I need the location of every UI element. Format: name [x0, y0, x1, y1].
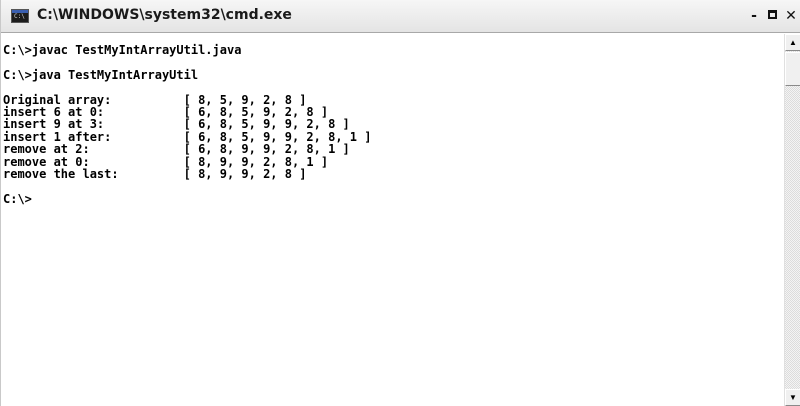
- scroll-up-button[interactable]: ▲: [785, 34, 800, 51]
- title-bar[interactable]: C:\ C:\WINDOWS\system32\cmd.exe - ✕: [1, 0, 800, 33]
- console-output[interactable]: C:\>javac TestMyIntArrayUtil.java C:\>jav…: [3, 44, 773, 404]
- cmd-icon[interactable]: C:\: [11, 9, 29, 23]
- maximize-icon: [767, 10, 777, 19]
- scrollbar-thumb[interactable]: [785, 52, 800, 86]
- console-line: C:\>java TestMyIntArrayUtil: [3, 67, 199, 82]
- console-line: remove at 2: [ 6, 8, 9, 9, 2, 8, 1 ]: [3, 142, 350, 157]
- window-title: C:\WINDOWS\system32\cmd.exe: [37, 7, 292, 23]
- console-line: C:\>: [3, 191, 32, 206]
- scroll-down-button[interactable]: ▼: [785, 389, 800, 406]
- console-window: C:\ C:\WINDOWS\system32\cmd.exe - ✕ C:\>…: [0, 0, 800, 406]
- minimize-button[interactable]: -: [746, 9, 762, 24]
- console-line: remove the last: [ 8, 9, 9, 2, 8 ]: [3, 166, 307, 181]
- console-line: insert 9 at 3: [ 6, 8, 5, 9, 9, 2, 8 ]: [3, 117, 350, 132]
- close-button[interactable]: ✕: [783, 9, 799, 24]
- maximize-button[interactable]: [764, 9, 780, 24]
- console-line: C:\>javac TestMyIntArrayUtil.java: [3, 43, 242, 57]
- vertical-scrollbar[interactable]: ▲ ▼: [784, 34, 800, 406]
